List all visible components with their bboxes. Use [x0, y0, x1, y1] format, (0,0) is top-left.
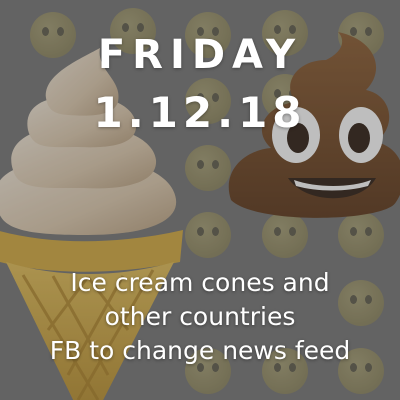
day-title: FRIDAY — [97, 32, 303, 78]
headline-line: other countries — [104, 302, 296, 331]
headline-line: Ice cream cones and — [70, 268, 330, 297]
headline-list: Ice cream cones and other countries FB t… — [0, 266, 400, 368]
date-title: 1.12.18 — [93, 88, 307, 137]
story-card: FRIDAY 1.12.18 Ice cream cones and other… — [0, 0, 400, 400]
headline-line: FB to change news feed — [49, 336, 351, 365]
